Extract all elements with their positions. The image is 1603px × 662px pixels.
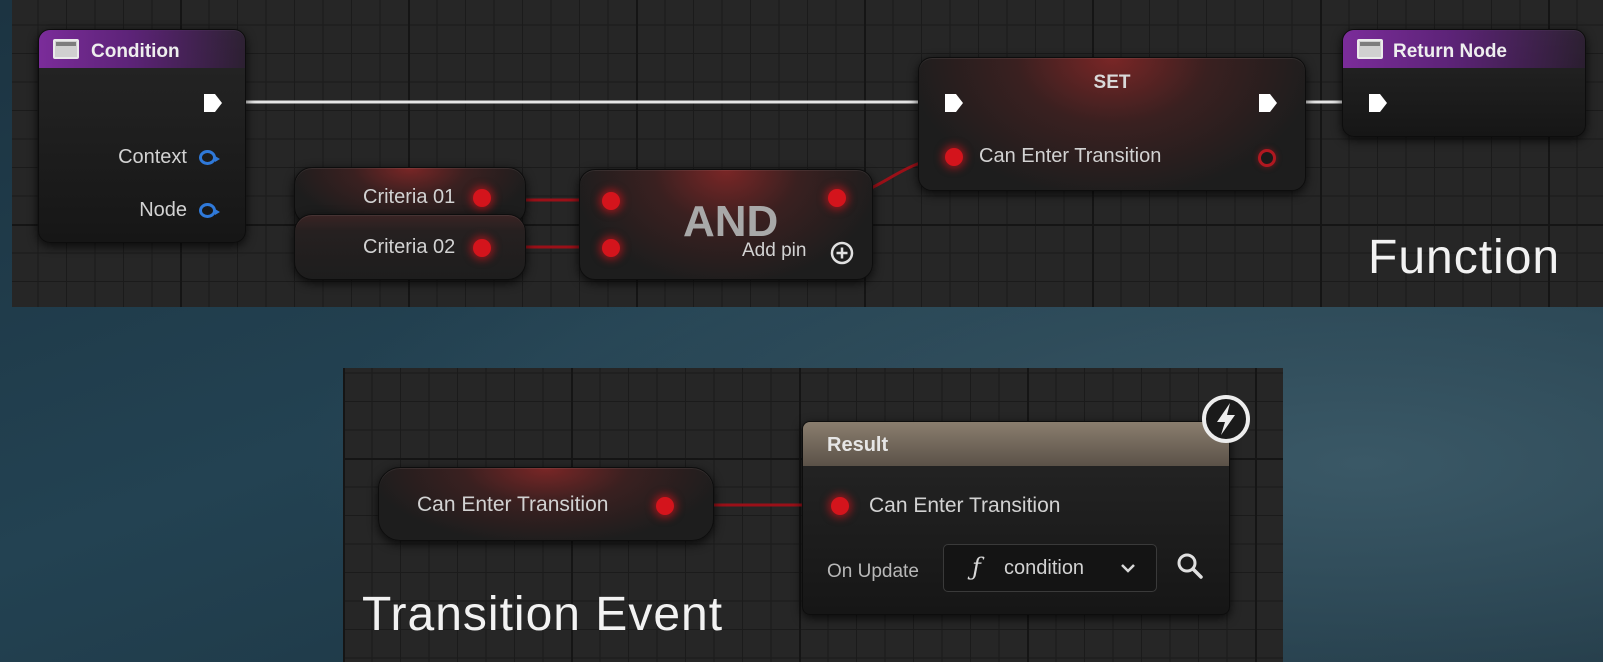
node-pin-label: Node [139,199,187,221]
set-node-title: SET [1093,72,1131,93]
context-pin[interactable] [199,150,220,165]
and-input-pin-b[interactable] [602,239,620,257]
search-icon[interactable] [1176,552,1204,580]
return-node-title: Return Node [1393,41,1507,62]
criteria-01-label: Criteria 01 [363,186,456,208]
condition-node-title: Condition [91,41,180,62]
criteria-01-pin[interactable] [473,189,491,207]
exec-out-pin-icon[interactable] [1257,92,1279,114]
criteria-02-pin[interactable] [473,239,491,257]
set-pin-label: Can Enter Transition [979,145,1162,167]
can-enter-transition-getter-node[interactable]: Can Enter Transition [378,467,714,541]
node-pin[interactable] [199,203,220,218]
criteria-02-node[interactable]: Criteria 02 [294,214,526,280]
getter-label: Can Enter Transition [417,493,609,516]
exec-pin-icon[interactable] [1367,92,1389,114]
on-update-function-select[interactable]: ƒ condition [943,544,1157,592]
exec-in-pin-icon[interactable] [943,92,965,114]
and-node[interactable]: AND Add pin [579,169,873,280]
function-section-label: Function [1368,231,1561,284]
and-input-pin-a[interactable] [602,192,620,210]
add-pin-icon[interactable] [830,241,854,265]
result-node-title: Result [827,434,889,456]
set-output-pin[interactable] [1258,149,1276,167]
result-node[interactable]: Result Can Enter Transition On Update ƒ … [802,421,1230,615]
transition-event-section-label: Transition Event [362,588,724,641]
context-pin-label: Context [118,146,187,168]
lightning-icon [1202,395,1250,443]
function-icon: ƒ [972,553,981,581]
add-pin-label[interactable]: Add pin [742,240,806,262]
criteria-02-label: Criteria 02 [363,236,456,258]
function-select-value: condition [1004,557,1085,579]
chevron-down-icon [1121,564,1135,573]
return-node[interactable]: Return Node [1342,29,1586,137]
exec-pin-icon[interactable] [202,92,224,114]
result-pin-label: Can Enter Transition [869,494,1061,517]
on-update-label: On Update [827,561,919,582]
condition-node[interactable]: Condition Context Node [38,29,246,243]
set-node[interactable]: SET Can Enter Transition [918,57,1306,191]
function-icon [53,39,79,59]
and-output-pin[interactable] [828,189,846,207]
set-input-pin[interactable] [945,148,963,166]
function-icon [1357,39,1383,59]
getter-output-pin[interactable] [656,497,674,515]
result-input-pin[interactable] [831,497,849,515]
